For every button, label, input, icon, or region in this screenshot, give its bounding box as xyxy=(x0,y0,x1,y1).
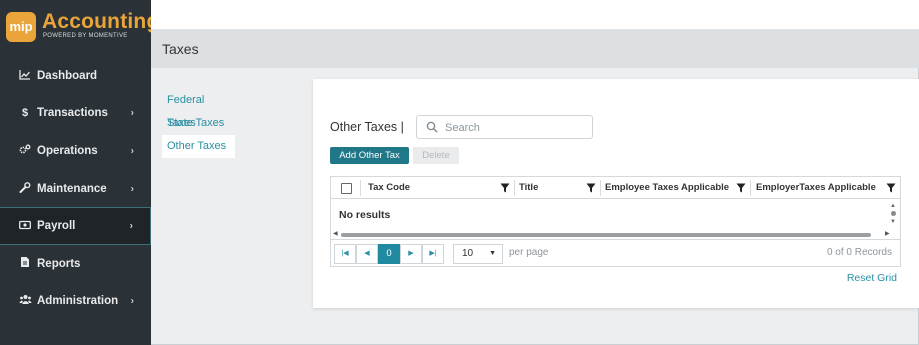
chevron-right-icon: › xyxy=(130,183,134,195)
grid-header: Tax Code Title Employee Taxes Applicable… xyxy=(331,177,900,199)
record-count: 0 of 0 Records xyxy=(826,247,892,258)
delete-button[interactable]: Delete xyxy=(413,147,459,164)
last-page-button[interactable]: ▶| xyxy=(422,244,444,264)
column-header-employee-taxes[interactable]: Employee Taxes Applicable xyxy=(605,177,750,199)
sidebar-item-payroll[interactable]: Payroll › xyxy=(0,207,151,245)
horizontal-scrollbar[interactable]: ◀ ▶ xyxy=(331,231,900,239)
column-header-employer-taxes[interactable]: EmployerTaxes Applicable xyxy=(756,177,900,199)
chart-line-icon xyxy=(17,69,33,83)
document-icon xyxy=(17,256,33,271)
column-label: Title xyxy=(519,182,539,193)
sidebar-item-administration[interactable]: Administration › xyxy=(0,283,151,321)
last-page-icon: ▶| xyxy=(429,250,437,257)
sidebar-item-label: Administration xyxy=(37,295,119,308)
scroll-right-icon[interactable]: ▶ xyxy=(885,230,890,237)
taxes-submenu: Federal Taxes State Taxes Other Taxes xyxy=(162,89,235,158)
column-divider xyxy=(600,180,601,196)
column-header-title[interactable]: Title xyxy=(519,177,600,199)
column-label: Employee Taxes Applicable xyxy=(605,182,730,193)
sidebar-item-label: Operations xyxy=(37,144,98,157)
sidebar-item-dashboard[interactable]: Dashboard xyxy=(0,57,151,95)
sidebar-item-label: Transactions xyxy=(37,107,108,120)
vertical-scrollbar-thumb[interactable] xyxy=(891,211,896,216)
per-page-label: per page xyxy=(509,247,549,258)
main-nav: Dashboard $ Transactions › Operations › … xyxy=(0,57,151,320)
sidebar-item-label: Dashboard xyxy=(37,69,98,82)
search-box[interactable] xyxy=(416,115,593,139)
column-divider xyxy=(750,180,751,196)
filter-icon[interactable] xyxy=(736,183,746,193)
horizontal-scrollbar-thumb[interactable] xyxy=(341,233,871,237)
next-page-icon: ▶ xyxy=(408,250,414,257)
select-all-checkbox[interactable] xyxy=(341,183,352,194)
previous-page-icon: ◀ xyxy=(364,250,370,257)
submenu-item-state-taxes[interactable]: State Taxes xyxy=(162,112,235,135)
sidebar: mip Accounting POWERED BY MOMENTIVE Dash… xyxy=(0,0,159,345)
search-icon xyxy=(426,121,438,133)
caret-down-icon: ▼ xyxy=(489,250,496,257)
first-page-icon: |◀ xyxy=(341,250,349,257)
empty-message: No results xyxy=(339,209,391,221)
page-size-select[interactable]: 10 ▼ xyxy=(453,244,503,264)
logo-badge: mip xyxy=(6,12,36,42)
filter-icon[interactable] xyxy=(586,183,596,193)
chevron-right-icon: › xyxy=(130,145,134,157)
scroll-up-icon[interactable]: ▲ xyxy=(890,203,896,209)
current-page-button[interactable]: 0 xyxy=(378,244,400,264)
wrench-icon xyxy=(17,181,33,196)
section-title: Other Taxes | xyxy=(330,120,404,134)
column-divider xyxy=(360,180,361,196)
chevron-right-icon: › xyxy=(130,107,134,119)
filter-icon[interactable] xyxy=(886,183,896,193)
dollar-icon: $ xyxy=(21,107,29,120)
reset-grid-link[interactable]: Reset Grid xyxy=(847,272,897,284)
add-other-tax-button[interactable]: Add Other Tax xyxy=(330,147,409,164)
column-header-tax-code[interactable]: Tax Code xyxy=(368,177,514,199)
sidebar-item-label: Maintenance xyxy=(37,182,107,195)
grid-pager: |◀ ◀ 0 ▶ ▶| 10 ▼ per page 0 of 0 Records xyxy=(331,239,900,266)
money-icon xyxy=(17,220,33,233)
page-title: Taxes xyxy=(162,41,199,57)
submenu-item-federal-taxes[interactable]: Federal Taxes xyxy=(162,89,235,129)
column-label: Tax Code xyxy=(368,182,411,193)
sidebar-item-label: Payroll xyxy=(37,220,76,233)
app-subtitle: POWERED BY MOMENTIVE xyxy=(43,33,128,39)
sidebar-item-reports[interactable]: Reports xyxy=(0,245,151,283)
column-label: EmployerTaxes Applicable xyxy=(756,182,876,193)
gears-icon xyxy=(17,144,33,158)
search-input[interactable] xyxy=(445,119,585,136)
page-size-value: 10 xyxy=(462,248,474,259)
submenu-item-other-taxes[interactable]: Other Taxes xyxy=(162,135,235,158)
content-panel: Other Taxes | Add Other Tax Delete Tax C… xyxy=(313,79,919,308)
first-page-button[interactable]: |◀ xyxy=(334,244,356,264)
sidebar-item-operations[interactable]: Operations › xyxy=(0,132,151,170)
next-page-button[interactable]: ▶ xyxy=(400,244,422,264)
scroll-down-icon[interactable]: ▼ xyxy=(890,219,896,225)
sidebar-item-maintenance[interactable]: Maintenance › xyxy=(0,170,151,208)
taxes-grid: Tax Code Title Employee Taxes Applicable… xyxy=(330,176,901,267)
sidebar-item-label: Reports xyxy=(37,257,81,270)
previous-page-button[interactable]: ◀ xyxy=(356,244,378,264)
app-logo[interactable]: mip Accounting POWERED BY MOMENTIVE xyxy=(6,8,159,48)
top-bar xyxy=(151,0,919,30)
filter-icon[interactable] xyxy=(500,183,510,193)
app-title: Accounting xyxy=(42,10,160,33)
scroll-left-icon[interactable]: ◀ xyxy=(333,230,338,237)
column-divider xyxy=(514,180,515,196)
chevron-right-icon: › xyxy=(130,295,134,307)
chevron-right-icon: › xyxy=(129,220,133,232)
users-icon xyxy=(17,294,33,308)
sidebar-item-transactions[interactable]: $ Transactions › xyxy=(0,95,151,133)
page-header: Taxes xyxy=(151,30,919,68)
